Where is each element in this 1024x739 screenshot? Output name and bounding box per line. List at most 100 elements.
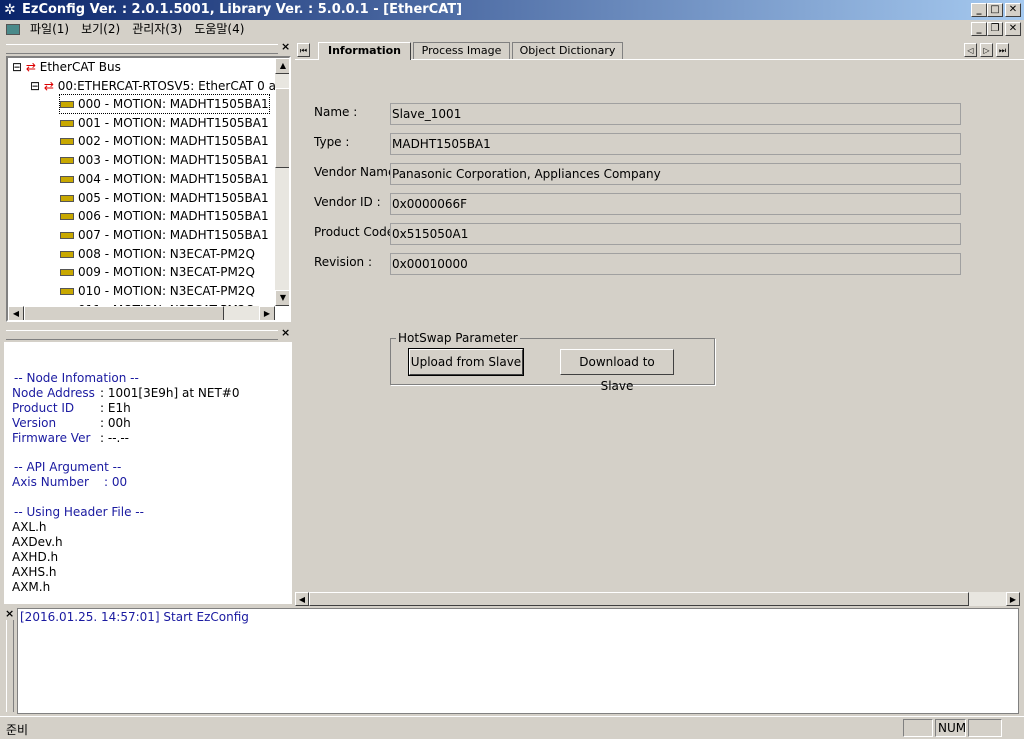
tree-master-label: 00:ETHERCAT-RTOSV5: EtherCAT 0 axi — [57, 79, 287, 93]
info-panel-grip[interactable] — [6, 330, 278, 340]
node-info-key: Node Address — [12, 386, 95, 400]
master-icon: ⇄ — [43, 79, 54, 93]
menu-bar: 파일(1) 보기(2) 관리자(3) 도움말(4) _ ❐ ✕ — [0, 20, 1024, 39]
tab-first-icon[interactable]: ⏮ — [297, 43, 310, 57]
status-scroll — [968, 719, 1002, 737]
tree-item[interactable]: 005 - MOTION: MADHT1505BA1 — [60, 189, 269, 207]
scroll-thumb[interactable] — [275, 88, 289, 168]
close-button[interactable]: ✕ — [1005, 3, 1021, 17]
field-label: Name : — [314, 105, 358, 119]
field-value[interactable]: MADHT1505BA1 — [390, 133, 961, 155]
document-icon[interactable] — [6, 24, 20, 35]
device-icon — [60, 269, 74, 277]
header-file: AXL.h — [12, 520, 47, 534]
device-icon — [60, 101, 74, 108]
tree-master[interactable]: ⊟ ⇄ 00:ETHERCAT-RTOSV5: EtherCAT 0 axi — [30, 77, 286, 95]
device-icon — [60, 213, 74, 221]
hotswap-title: HotSwap Parameter — [398, 331, 518, 345]
tab-object-dictionary[interactable]: Object Dictionary — [512, 42, 623, 59]
tree-item-label: 010 - MOTION: N3ECAT-PM2Q — [78, 284, 255, 298]
device-icon — [60, 157, 74, 165]
doc-restore-button[interactable]: ❐ — [987, 22, 1003, 36]
download-to-slave-button[interactable]: Download to Slave — [560, 349, 674, 393]
tree-item[interactable]: 003 - MOTION: MADHT1505BA1 — [60, 151, 269, 169]
log-panel-close-icon[interactable]: × — [5, 607, 14, 620]
hscroll-thumb[interactable] — [24, 306, 224, 320]
window-title: EzConfig Ver. : 2.0.1.5001, Library Ver.… — [22, 2, 463, 17]
tab-next-icon[interactable]: ▷ — [980, 43, 993, 57]
tab-process-image[interactable]: Process Image — [413, 42, 510, 59]
field-label: Revision : — [314, 255, 373, 269]
tree-item-label: 003 - MOTION: MADHT1505BA1 — [78, 153, 269, 168]
menu-file[interactable]: 파일(1) — [24, 20, 75, 39]
header-file: AXM.h — [12, 580, 51, 594]
device-icon — [60, 138, 74, 146]
field-value[interactable]: 0x515050A1 — [390, 223, 961, 245]
tab-information[interactable]: Information — [318, 42, 411, 60]
tree-root-label: EtherCAT Bus — [39, 60, 121, 74]
device-icon — [60, 119, 74, 127]
tree-item[interactable]: 002 - MOTION: MADHT1505BA1 — [60, 132, 269, 150]
field-value[interactable]: Slave_1001 — [390, 103, 961, 125]
device-icon — [60, 288, 74, 295]
scroll-down-icon[interactable]: ▼ — [275, 290, 289, 306]
app-icon: ✲ — [4, 2, 16, 18]
bus-icon: ⇄ — [25, 60, 36, 74]
header-file-header: -- Using Header File -- — [14, 505, 144, 519]
device-icon — [60, 231, 74, 239]
tree-item[interactable]: 006 - MOTION: MADHT1505BA1 — [60, 207, 269, 225]
hscroll-thumb[interactable] — [309, 592, 969, 606]
tab-last-icon[interactable]: ⏭ — [996, 43, 1009, 57]
tree-item[interactable]: 009 - MOTION: N3ECAT-PM2Q — [60, 263, 255, 281]
minimize-button[interactable]: _ — [971, 3, 987, 17]
tree-item[interactable]: 010 - MOTION: N3ECAT-PM2Q — [60, 282, 255, 300]
field-label: Type : — [314, 135, 350, 149]
tree-item[interactable]: 004 - MOTION: MADHT1505BA1 — [60, 170, 269, 188]
title-bar: ✲ EzConfig Ver. : 2.0.1.5001, Library Ve… — [0, 0, 1024, 20]
doc-close-button[interactable]: ✕ — [1005, 22, 1021, 36]
log-panel: [2016.01.25. 14:57:01] Start EzConfig — [17, 608, 1019, 714]
scroll-left-icon[interactable]: ◀ — [295, 592, 309, 606]
field-value[interactable]: 0x00010000 — [390, 253, 961, 275]
scroll-right-icon[interactable]: ▶ — [1006, 592, 1020, 606]
field-label: Product Code — [314, 225, 395, 239]
tree-root[interactable]: ⊟ ⇄ EtherCAT Bus — [12, 58, 121, 76]
menu-view[interactable]: 보기(2) — [75, 20, 126, 39]
device-tree: ⊟ ⇄ EtherCAT Bus ⊟ ⇄ 00:ETHERCAT-RTOSV5:… — [6, 56, 291, 322]
axis-number-value: : 00 — [104, 475, 128, 489]
field-value[interactable]: 0x0000066F — [390, 193, 961, 215]
menu-manager[interactable]: 관리자(3) — [126, 20, 188, 39]
tree-vscrollbar[interactable]: ▲ ▼ — [275, 58, 289, 306]
header-file: AXHS.h — [12, 565, 57, 579]
tree-item[interactable]: 007 - MOTION: MADHT1505BA1 — [60, 226, 269, 244]
api-header: -- API Argument -- — [14, 460, 122, 474]
content-hscrollbar[interactable]: ◀ ▶ — [295, 592, 1020, 606]
tree-item[interactable]: 001 - MOTION: MADHT1505BA1 — [60, 114, 269, 132]
doc-minimize-button[interactable]: _ — [971, 22, 987, 36]
upload-from-slave-button[interactable]: Upload from Slave — [408, 348, 524, 376]
tree-hscrollbar[interactable]: ◀ ▶ — [8, 306, 275, 320]
tree-item[interactable]: 000 - MOTION: MADHT1505BA1 — [59, 94, 270, 114]
scroll-left-icon[interactable]: ◀ — [8, 306, 24, 320]
field-value[interactable]: Panasonic Corporation, Appliances Compan… — [390, 163, 961, 185]
scroll-right-icon[interactable]: ▶ — [259, 306, 275, 320]
node-info-value: : 00h — [100, 416, 131, 430]
node-info-header: -- Node Infomation -- — [14, 371, 139, 385]
node-info-key: Firmware Ver — [12, 431, 91, 445]
node-info-key: Product ID — [12, 401, 75, 415]
info-panel-close-icon[interactable]: × — [281, 326, 290, 339]
menu-help[interactable]: 도움말(4) — [188, 20, 250, 39]
node-info-value: : --.-- — [100, 431, 129, 445]
tree-item[interactable]: 008 - MOTION: N3ECAT-PM2Q — [60, 245, 255, 263]
tree-item-label: 006 - MOTION: MADHT1505BA1 — [78, 209, 269, 224]
tab-prev-icon[interactable]: ◁ — [964, 43, 977, 57]
tree-panel-grip[interactable] — [6, 44, 278, 54]
log-panel-grip[interactable] — [6, 620, 14, 712]
node-info-value: : 1001[3E9h] at NET#0 — [100, 386, 240, 400]
scroll-up-icon[interactable]: ▲ — [275, 58, 289, 74]
tree-panel-close-icon[interactable]: × — [281, 40, 290, 53]
maximize-button[interactable]: □ — [987, 3, 1003, 17]
status-text: 준비 — [6, 723, 29, 737]
tree-item-label: 002 - MOTION: MADHT1505BA1 — [78, 134, 269, 149]
device-icon — [60, 250, 74, 258]
